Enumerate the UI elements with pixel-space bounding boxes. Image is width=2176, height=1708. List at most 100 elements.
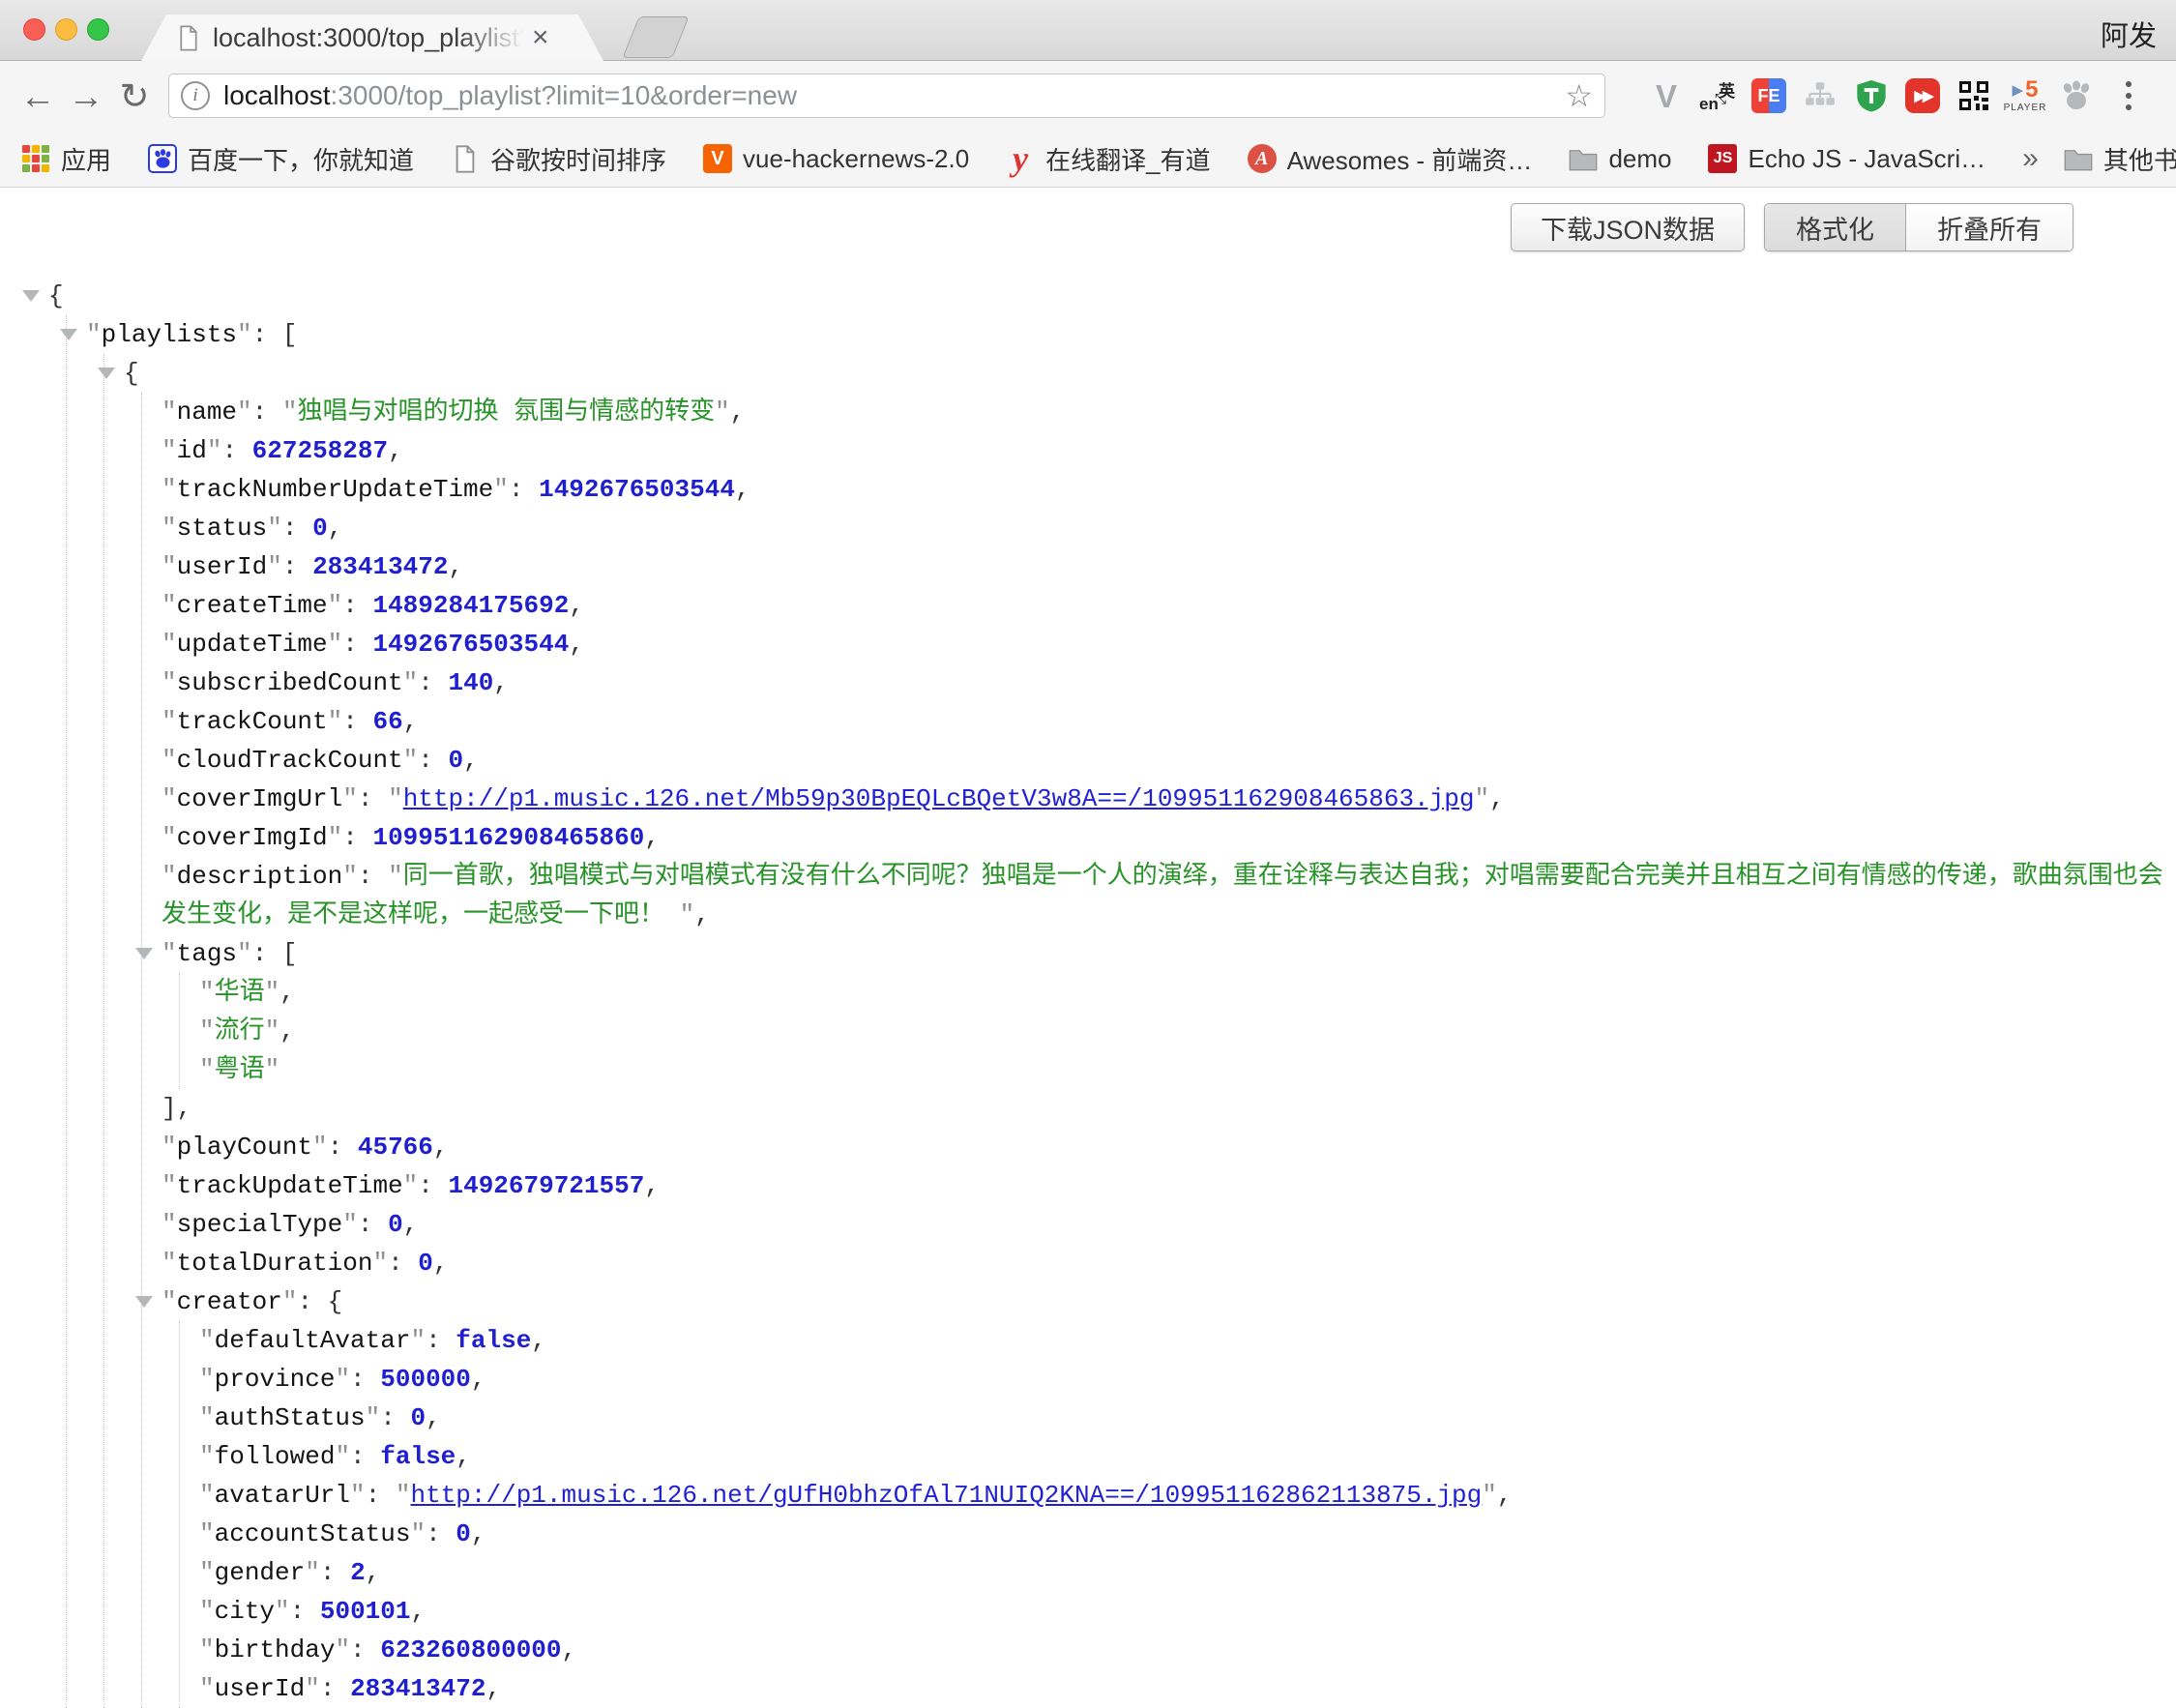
browser-tab[interactable]: localhost:3000/top_playlist?lim × bbox=[141, 15, 603, 61]
json-line: "defaultAvatar": false, bbox=[199, 1321, 2168, 1360]
qrcode-icon[interactable] bbox=[1955, 77, 1992, 114]
json-line: "accountStatus": 0, bbox=[199, 1515, 2168, 1553]
bookmark-star-icon[interactable]: ☆ bbox=[1565, 80, 1593, 111]
json-key: tags bbox=[177, 939, 237, 968]
json-line: "playlists": [ bbox=[86, 315, 2168, 354]
collapse-arrow-icon[interactable] bbox=[22, 290, 40, 302]
json-children: "name": "独唱与对唱的切换 氛围与情感的转变","id": 627258… bbox=[141, 393, 2168, 1708]
url-text: localhost:3000/top_playlist?limit=10&ord… bbox=[223, 80, 797, 111]
collapse-arrow-icon[interactable] bbox=[135, 948, 153, 959]
collapse-arrow-icon[interactable] bbox=[135, 1296, 153, 1308]
json-link-value[interactable]: http://p1.music.126.net/Mb59p30BpEQLcBQe… bbox=[403, 784, 1475, 813]
forward-button[interactable]: → bbox=[62, 78, 110, 114]
json-key: coverImgId bbox=[177, 823, 328, 852]
bookmark-item[interactable]: 百度一下，你就知道 bbox=[148, 141, 414, 177]
profile-name: 阿发 bbox=[2101, 14, 2157, 54]
bookmark-label: demo bbox=[1608, 144, 1671, 174]
bookmark-item[interactable]: 应用 bbox=[21, 141, 111, 177]
back-button[interactable]: ← bbox=[14, 78, 62, 114]
collapse-arrow-icon[interactable] bbox=[60, 329, 77, 340]
json-key: defaultAvatar bbox=[215, 1326, 411, 1355]
close-tab-icon[interactable]: × bbox=[532, 23, 549, 52]
close-window-button[interactable] bbox=[23, 18, 45, 41]
bookmark-label: Echo JS - JavaScri… bbox=[1748, 144, 1985, 174]
video-download-icon[interactable]: ▶▶ bbox=[1904, 77, 1941, 114]
json-number-value: 140 bbox=[448, 668, 493, 697]
json-number-value: 500000 bbox=[380, 1365, 471, 1394]
bookmark-item[interactable]: Vvue-hackernews-2.0 bbox=[703, 144, 969, 174]
reload-button[interactable]: ↻ bbox=[110, 78, 159, 114]
json-number-value: 283413472 bbox=[350, 1674, 485, 1703]
json-line: "description": "同一首歌，独唱模式与对唱模式有没有什么不同呢？独… bbox=[162, 857, 2168, 934]
collapse-all-button[interactable]: 折叠所有 bbox=[1906, 204, 2073, 250]
json-bracket: { bbox=[124, 359, 139, 388]
json-number-value: 0 bbox=[388, 1210, 403, 1239]
json-bracket: [ bbox=[282, 320, 298, 349]
json-line: "specialType": 0, bbox=[162, 1205, 2168, 1244]
json-key: province bbox=[215, 1365, 336, 1394]
collapse-arrow-icon[interactable] bbox=[98, 368, 115, 379]
minimize-window-button[interactable] bbox=[55, 18, 77, 41]
json-number-value: 45766 bbox=[358, 1133, 433, 1162]
address-bar[interactable]: i localhost:3000/top_playlist?limit=10&o… bbox=[168, 74, 1605, 118]
json-line: "updateTime": 1492676503544, bbox=[162, 625, 2168, 663]
json-line: "tags": [ bbox=[162, 934, 2168, 973]
json-number-value: 500101 bbox=[320, 1597, 411, 1626]
download-json-button[interactable]: 下载JSON数据 bbox=[1511, 203, 1745, 251]
json-children: "playlists": [{"name": "独唱与对唱的切换 氛围与情感的转… bbox=[66, 315, 2168, 1708]
bookmark-item[interactable]: JSEcho JS - JavaScri… bbox=[1708, 144, 1985, 174]
fehelper-icon[interactable]: FE bbox=[1750, 77, 1787, 114]
json-line: "authStatus": 0, bbox=[199, 1399, 2168, 1437]
json-key: cloudTrackCount bbox=[177, 746, 403, 775]
browser-menu-button[interactable] bbox=[2110, 81, 2147, 110]
json-link-value[interactable]: http://p1.music.126.net/gUfH0bhzOfAl71NU… bbox=[410, 1481, 1482, 1510]
vue-devtools-icon[interactable]: V bbox=[1648, 77, 1685, 114]
json-key: city bbox=[215, 1597, 275, 1626]
page-icon bbox=[178, 25, 199, 51]
json-children: "defaultAvatar": false,"province": 50000… bbox=[179, 1321, 2168, 1708]
shield-icon[interactable] bbox=[1853, 77, 1890, 114]
json-number-value: 109951162908465860 bbox=[372, 823, 644, 852]
bookmarks-bar: 应用 百度一下，你就知道 谷歌按时间排序 Vvue-hackernews-2.0 y在线… bbox=[0, 131, 2176, 188]
bookmark-item[interactable]: y在线翻译_有道 bbox=[1006, 141, 1210, 177]
url-host: localhost bbox=[223, 80, 331, 110]
json-string-value: 粤语 bbox=[215, 1055, 265, 1084]
bookmark-label: 在线翻译_有道 bbox=[1045, 141, 1210, 177]
json-children: {"name": "独唱与对唱的切换 氛围与情感的转变","id": 62725… bbox=[103, 354, 2168, 1708]
json-key: accountStatus bbox=[215, 1519, 411, 1548]
new-tab-button[interactable] bbox=[622, 16, 689, 58]
page-content: 下载JSON数据 格式化 折叠所有 { "playlists": [{"name"… bbox=[0, 188, 2176, 1708]
bookmark-item[interactable]: AAwesomes - 前端资… bbox=[1248, 141, 1533, 177]
json-key: playCount bbox=[177, 1133, 312, 1162]
json-line: "userId": 283413472, bbox=[162, 547, 2168, 586]
bookmarks-overflow-chevron[interactable]: » bbox=[2022, 142, 2039, 175]
paw-icon[interactable] bbox=[2058, 77, 2095, 114]
bookmark-item[interactable]: 谷歌按时间排序 bbox=[451, 141, 666, 177]
json-key: subscribedCount bbox=[177, 668, 403, 697]
json-line: "birthday": 623260800000, bbox=[199, 1631, 2168, 1669]
format-button[interactable]: 格式化 bbox=[1765, 204, 1906, 250]
json-toolbar: 下载JSON数据 格式化 折叠所有 bbox=[1511, 203, 2073, 251]
baidu-paw-icon bbox=[148, 144, 177, 173]
other-bookmarks-folder[interactable]: 其他书签 bbox=[2064, 141, 2176, 177]
json-line: "coverImgUrl": "http://p1.music.126.net/… bbox=[162, 780, 2168, 818]
site-info-icon[interactable]: i bbox=[181, 81, 210, 110]
json-number-value: false bbox=[456, 1326, 531, 1355]
tab-title-fade bbox=[456, 23, 524, 53]
json-key: gender bbox=[215, 1558, 306, 1587]
translate-icon[interactable]: 英en⤡ bbox=[1699, 77, 1736, 114]
json-children: "华语","流行","粤语" bbox=[179, 973, 2168, 1089]
url-path: :3000/top_playlist?limit=10&order=new bbox=[331, 80, 798, 110]
json-bracket: [ bbox=[282, 939, 298, 968]
bookmark-label: 谷歌按时间排序 bbox=[490, 141, 666, 177]
sitemap-icon[interactable] bbox=[1802, 77, 1838, 114]
html5-player-icon[interactable]: ▶5PLAYER bbox=[2007, 77, 2044, 114]
json-line: "createTime": 1489284175692, bbox=[162, 586, 2168, 625]
json-key: avatarUrl bbox=[215, 1481, 350, 1510]
page-icon bbox=[451, 144, 480, 173]
bookmark-item[interactable]: demo bbox=[1569, 144, 1671, 174]
json-key: followed bbox=[215, 1442, 336, 1471]
zoom-window-button[interactable] bbox=[87, 18, 109, 41]
json-key: status bbox=[177, 514, 268, 543]
json-key: authStatus bbox=[215, 1403, 366, 1432]
